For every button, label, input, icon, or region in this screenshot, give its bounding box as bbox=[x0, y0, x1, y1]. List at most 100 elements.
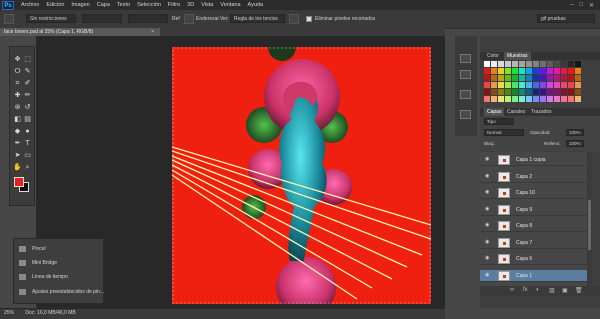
color-swatch[interactable] bbox=[547, 82, 553, 88]
color-swatch[interactable] bbox=[568, 68, 574, 74]
width-field[interactable] bbox=[82, 14, 122, 23]
color-swatch[interactable] bbox=[575, 82, 581, 88]
color-swatch[interactable] bbox=[533, 96, 539, 102]
color-swatch[interactable] bbox=[568, 89, 574, 95]
color-swatch[interactable] bbox=[505, 89, 511, 95]
color-swatch[interactable] bbox=[568, 61, 574, 67]
dodge-tool-icon[interactable]: ● bbox=[23, 127, 32, 136]
shape-tool-icon[interactable]: ▭ bbox=[23, 151, 32, 160]
close-icon[interactable]: ✕ bbox=[589, 2, 594, 9]
color-swatch[interactable] bbox=[561, 61, 567, 67]
menu-vista[interactable]: Vista bbox=[201, 2, 213, 8]
pen-tool-icon[interactable]: ✒ bbox=[13, 139, 22, 148]
color-swatch[interactable] bbox=[561, 75, 567, 81]
color-swatch[interactable] bbox=[512, 75, 518, 81]
fx-icon[interactable]: fx bbox=[523, 287, 528, 293]
color-swatch[interactable] bbox=[484, 68, 490, 74]
color-swatch[interactable] bbox=[554, 82, 560, 88]
new-layer-icon[interactable]: ▣ bbox=[562, 287, 568, 294]
color-swatch[interactable] bbox=[554, 68, 560, 74]
color-swatch[interactable] bbox=[519, 96, 525, 102]
color-swatch[interactable] bbox=[554, 61, 560, 67]
settings-gear-icon[interactable] bbox=[289, 14, 299, 24]
workspace-select[interactable]: gif pruebas bbox=[537, 14, 595, 23]
overlay-select[interactable]: Regla de los tercios bbox=[230, 14, 285, 23]
color-swatch[interactable] bbox=[526, 96, 532, 102]
color-swatch[interactable] bbox=[561, 89, 567, 95]
color-swatch[interactable] bbox=[512, 96, 518, 102]
color-swatch[interactable] bbox=[575, 61, 581, 67]
color-swatch[interactable] bbox=[505, 61, 511, 67]
color-swatch[interactable] bbox=[547, 89, 553, 95]
layer-row[interactable]: ◉ Capa 8 bbox=[480, 220, 587, 232]
color-swatch[interactable] bbox=[491, 68, 497, 74]
color-swatch[interactable] bbox=[568, 75, 574, 81]
straighten-label[interactable]: Enderezar bbox=[196, 16, 219, 22]
color-swatch[interactable] bbox=[512, 61, 518, 67]
zoom-tool-icon[interactable]: ⌕ bbox=[23, 163, 32, 172]
color-swatch[interactable] bbox=[554, 96, 560, 102]
tab-color[interactable]: Color bbox=[484, 52, 502, 60]
layer-filter-select[interactable]: Tipo bbox=[484, 118, 514, 125]
color-swatch[interactable] bbox=[498, 89, 504, 95]
layer-row[interactable]: ◉ Capa 1 bbox=[480, 269, 587, 282]
menu-capa[interactable]: Capa bbox=[97, 2, 110, 8]
color-swatch[interactable] bbox=[512, 89, 518, 95]
menu-edicion[interactable]: Edición bbox=[46, 2, 64, 8]
color-swatch[interactable] bbox=[491, 89, 497, 95]
trash-icon[interactable]: 🗑 bbox=[575, 287, 583, 294]
layer-row[interactable]: ◉ Capa 10 bbox=[480, 187, 587, 199]
layer-row[interactable]: ◉ Capa 9 bbox=[480, 204, 587, 216]
menu-texto[interactable]: Texto bbox=[117, 2, 130, 8]
foreground-color-swatch[interactable] bbox=[14, 177, 24, 187]
straighten-icon[interactable] bbox=[184, 14, 194, 24]
swatches-grid[interactable] bbox=[484, 61, 582, 102]
color-swatch[interactable] bbox=[498, 82, 504, 88]
color-swatch[interactable] bbox=[575, 89, 581, 95]
color-swatch[interactable] bbox=[547, 68, 553, 74]
color-swatch[interactable] bbox=[505, 96, 511, 102]
link-layers-icon[interactable]: ∞ bbox=[510, 287, 514, 293]
quick-select-tool-icon[interactable]: ✎ bbox=[23, 67, 32, 76]
properties-icon[interactable] bbox=[460, 70, 471, 79]
color-swatch[interactable] bbox=[561, 96, 567, 102]
color-swatch[interactable] bbox=[505, 82, 511, 88]
color-swatch[interactable] bbox=[568, 82, 574, 88]
visibility-eye-icon[interactable]: ◉ bbox=[485, 256, 491, 261]
color-swatch[interactable] bbox=[526, 82, 532, 88]
reset-label[interactable]: Ref bbox=[172, 16, 180, 22]
color-swatch[interactable] bbox=[498, 61, 504, 67]
color-swatch[interactable] bbox=[484, 89, 490, 95]
color-swatch[interactable] bbox=[575, 96, 581, 102]
layer-row[interactable]: ◉ Capa 1 copia bbox=[480, 154, 587, 166]
visibility-eye-icon[interactable]: ◉ bbox=[485, 239, 491, 245]
eyedropper-tool-icon[interactable]: ✐ bbox=[23, 79, 32, 88]
color-swatch[interactable] bbox=[540, 75, 546, 81]
menu-imagen[interactable]: Imagen bbox=[71, 2, 89, 8]
color-swatch[interactable] bbox=[519, 61, 525, 67]
crop-tool-preset-icon[interactable] bbox=[4, 14, 14, 24]
hand-tool-icon[interactable]: ✋ bbox=[13, 163, 22, 172]
brush-tool-icon[interactable]: ✏ bbox=[23, 91, 32, 100]
mask-icon[interactable]: ◐ bbox=[536, 287, 540, 293]
color-swatch[interactable] bbox=[561, 82, 567, 88]
character-icon[interactable] bbox=[460, 90, 471, 99]
color-swatch[interactable] bbox=[491, 61, 497, 67]
color-swatch[interactable] bbox=[498, 75, 504, 81]
layers-scroll-thumb[interactable] bbox=[588, 200, 591, 250]
color-swatch[interactable] bbox=[533, 68, 539, 74]
maximize-icon[interactable]: □ bbox=[579, 2, 583, 9]
menu-archivo[interactable]: Archivo bbox=[21, 2, 39, 8]
document-tab[interactable]: face bones.psd al 25% (Capa 1, RGB/8) × bbox=[0, 28, 160, 36]
visibility-eye-icon[interactable]: ◉ bbox=[485, 206, 491, 212]
color-swatch[interactable] bbox=[491, 82, 497, 88]
color-swatch[interactable] bbox=[526, 75, 532, 81]
visibility-eye-icon[interactable]: ◉ bbox=[485, 173, 491, 179]
brush-panel-item[interactable]: Pincel bbox=[14, 243, 105, 255]
color-swatch[interactable] bbox=[575, 68, 581, 74]
visibility-eye-icon[interactable]: ◉ bbox=[485, 157, 491, 162]
color-swatch[interactable] bbox=[519, 68, 525, 74]
menu-filtro[interactable]: Filtro bbox=[168, 2, 180, 8]
path-select-tool-icon[interactable]: ➤ bbox=[13, 151, 22, 160]
color-swatch[interactable] bbox=[526, 68, 532, 74]
